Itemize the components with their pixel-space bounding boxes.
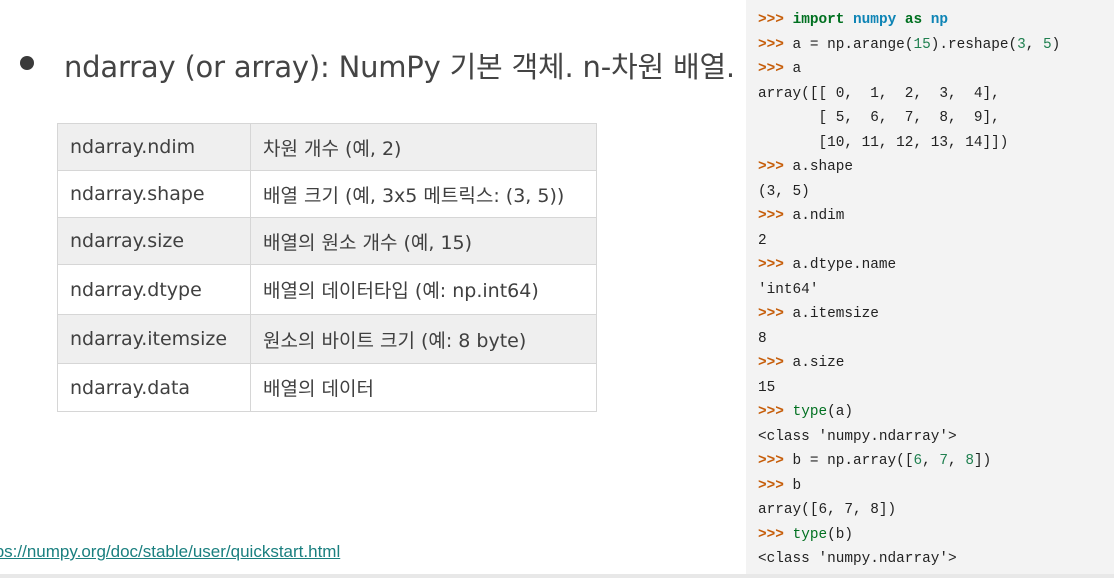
code-line: >>> a.size [758,355,845,371]
attribute-name-cell: ndarray.itemsize [57,314,251,364]
table-row: ndarray.data 배열의 데이터 [57,363,597,412]
code-line: >>> a = np.arange(15).reshape(3, 5) [758,36,1061,53]
code-line: <class 'numpy.ndarray'> [758,428,957,445]
page-headline: ndarray (or array): NumPy 기본 객체. n-차원 배열… [64,50,735,84]
code-line: >>> import numpy as np [758,12,949,28]
code-line: array([6, 7, 8]) [758,502,897,518]
code-line: (3, 5) [758,183,810,200]
code-line: >>> b = np.array([6, 7, 8]) [758,453,992,469]
ndarray-attributes-table: ndarray.ndim 차원 개수 (예, 2) ndarray.shape … [57,123,597,412]
attribute-name-cell: ndarray.dtype [57,264,251,315]
code-line: >>> a [758,61,802,77]
code-line: >>> a.ndim [758,208,845,224]
attribute-desc-cell: 차원 개수 (예, 2) [250,123,597,171]
code-line: >>> a.itemsize [758,306,879,322]
code-line: [ 5, 6, 7, 8, 9], [758,110,1000,126]
code-line: >>> b [758,477,802,494]
attribute-desc-cell: 배열 크기 (예, 3x5 메트릭스: (3, 5)) [250,170,597,218]
attribute-name-cell: ndarray.size [57,217,251,265]
code-line: <class 'numpy.ndarray'> [758,551,957,567]
code-line: 8 [758,330,767,347]
attribute-desc-cell: 배열의 데이터 [250,363,597,412]
code-line: 'int64' [758,281,819,298]
attribute-desc-cell: 배열의 데이터타입 (예: np.int64) [250,264,597,315]
code-line: 15 [758,379,776,396]
code-line: >>> type(a) [758,404,854,420]
attribute-desc-cell: 원소의 바이트 크기 (예: 8 byte) [250,314,597,364]
attribute-desc-cell: 배열의 원소 개수 (예, 15) [250,217,597,265]
attribute-name-cell: ndarray.ndim [57,123,251,171]
code-line: >>> a.dtype.name [758,257,897,273]
code-line: 2 [758,232,767,249]
table-row: ndarray.dtype 배열의 데이터타입 (예: np.int64) [57,264,597,315]
table-row: ndarray.ndim 차원 개수 (예, 2) [57,123,597,171]
code-line: [10, 11, 12, 13, 14]]) [758,134,1009,151]
table-row: ndarray.itemsize 원소의 바이트 크기 (예: 8 byte) [57,314,597,364]
bullet-dot [20,56,34,70]
table-row: ndarray.shape 배열 크기 (예, 3x5 메트릭스: (3, 5)… [57,170,597,218]
attribute-name-cell: ndarray.data [57,363,251,412]
attribute-name-cell: ndarray.shape [57,170,251,218]
code-line: >>> a.shape [758,159,854,175]
code-example-block: >>> import numpy as np >>> a = np.arange(… [746,0,1114,574]
quickstart-link[interactable]: tps://numpy.org/doc/stable/user/quicksta… [0,542,340,562]
bottom-divider [0,574,1114,578]
code-line: >>> type(b) [758,526,854,543]
code-line: array([[ 0, 1, 2, 3, 4], [758,85,1000,102]
table-row: ndarray.size 배열의 원소 개수 (예, 15) [57,217,597,265]
